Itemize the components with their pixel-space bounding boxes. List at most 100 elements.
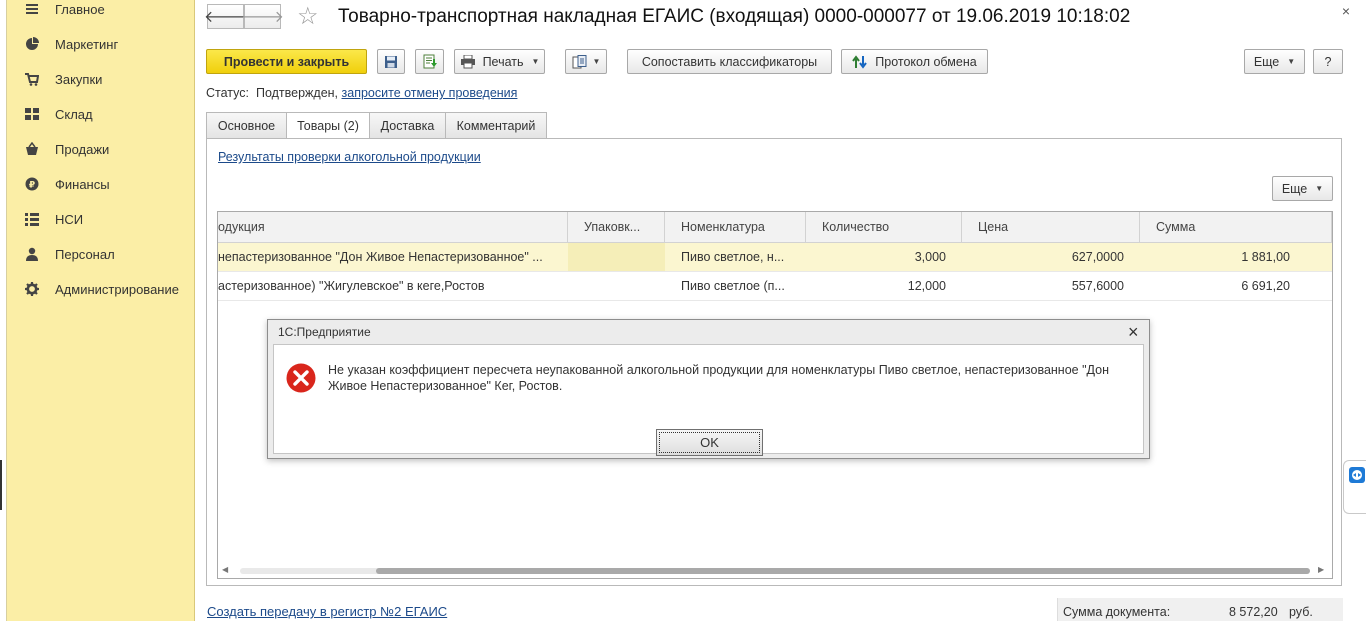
favorite-star-icon[interactable]: ☆: [297, 2, 319, 31]
more-button[interactable]: Еще ▼: [1244, 49, 1305, 74]
column-header-price[interactable]: Цена: [962, 212, 1140, 243]
column-header-sum[interactable]: Сумма: [1140, 212, 1332, 243]
post-and-close-button[interactable]: Провести и закрыть: [206, 49, 367, 74]
exchange-arrows-icon: [852, 54, 868, 69]
post-button[interactable]: [415, 49, 444, 74]
chevron-down-icon: ▼: [1287, 57, 1296, 66]
sidebar-item-label: НСИ: [55, 211, 84, 227]
create-transfer-register-link[interactable]: Создать передачу в регистр №2 ЕГАИС: [207, 604, 447, 619]
menu-icon: [24, 1, 40, 17]
print-label: Печать: [482, 54, 524, 69]
table-more-button[interactable]: Еще ▼: [1272, 176, 1333, 201]
table-cell-product[interactable]: астеризованное) "Жигулевское" в кеге,Рос…: [218, 272, 568, 301]
svg-text:₽: ₽: [29, 181, 35, 191]
dialog-close-icon[interactable]: ×: [1128, 322, 1139, 343]
column-header-nomenclature[interactable]: Номенклатура: [665, 212, 806, 243]
window-edge-marker: [0, 460, 2, 510]
grid-icon: [24, 106, 40, 122]
sidebar-item-purchases[interactable]: Закупки: [24, 68, 102, 90]
tab-goods[interactable]: Товары (2): [286, 112, 370, 139]
status-value: Подтвержден,: [255, 86, 339, 100]
chevron-down-icon: ▼: [1315, 184, 1324, 193]
related-documents-button[interactable]: ▼: [565, 49, 607, 74]
table-cell-nomenclature[interactable]: Пиво светлое (п...: [665, 272, 806, 301]
table-cell-sum[interactable]: 6 691,20: [1140, 272, 1332, 301]
sum-label: Сумма документа:: [1063, 605, 1171, 619]
sidebar-item-marketing[interactable]: Маркетинг: [24, 33, 118, 55]
sidebar-item-label: Администрирование: [55, 281, 179, 297]
sidebar-item-staff[interactable]: Персонал: [24, 243, 115, 265]
sidebar-item-label: Финансы: [55, 176, 110, 192]
sidebar-item-label: Продажи: [55, 141, 110, 157]
page-title: Товарно-транспортная накладная ЕГАИС (вх…: [338, 6, 1131, 27]
save-button[interactable]: [377, 49, 405, 74]
dialog-body: Не указан коэффициент пересчета неупаков…: [273, 344, 1144, 456]
table-cell-price[interactable]: 557,6000: [962, 272, 1140, 301]
sidebar-item-label: Закупки: [55, 71, 103, 87]
column-header-package[interactable]: Упаковк...: [568, 212, 665, 243]
basket-icon: [24, 141, 40, 157]
sidebar-item-finance[interactable]: ₽ Финансы: [24, 173, 110, 195]
sidebar-item-warehouse[interactable]: Склад: [24, 103, 93, 125]
sidebar-item-main[interactable]: Главное: [24, 0, 105, 20]
documents-icon: [572, 54, 587, 68]
person-icon: [24, 246, 40, 262]
table-cell-quantity[interactable]: 3,000: [806, 243, 962, 272]
sidebar-item-label: Персонал: [55, 246, 115, 262]
sidebar-item-nsi[interactable]: НСИ: [24, 208, 83, 230]
ok-button[interactable]: OK: [656, 429, 763, 456]
error-icon: [286, 363, 316, 393]
sidebar-item-sales[interactable]: Продажи: [24, 138, 109, 160]
pie-chart-icon: [24, 36, 40, 52]
tab-comment[interactable]: Комментарий: [445, 112, 547, 138]
dialog-title-bar[interactable]: 1С:Предприятие: [268, 320, 1149, 344]
table-cell-price[interactable]: 627,0000: [962, 243, 1140, 272]
chevron-down-icon: ▼: [592, 57, 601, 66]
status-label: Статус:: [206, 86, 249, 100]
dialog-message: Не указан коэффициент пересчета неупаков…: [328, 363, 1109, 393]
floppy-disk-icon: [385, 55, 397, 68]
remote-support-widget[interactable]: [1343, 460, 1366, 514]
sidebar-item-label: Главное: [55, 1, 105, 17]
column-header-product[interactable]: одукция: [218, 212, 568, 243]
arrow-right-icon: 🡒: [241, 9, 284, 26]
sidebar-item-admin[interactable]: Администрирование: [24, 278, 179, 300]
document-sum-box: Сумма документа: 8 572,20 руб.: [1057, 598, 1343, 621]
scrollbar-thumb[interactable]: [376, 568, 1310, 574]
forward-button[interactable]: 🡒: [241, 4, 284, 29]
table-cell-package[interactable]: [568, 272, 665, 301]
table-cell-package[interactable]: [568, 243, 665, 272]
horizontal-scrollbar[interactable]: ◀ ▶: [222, 565, 1328, 577]
exchange-protocol-button[interactable]: Протокол обмена: [841, 49, 988, 74]
help-button[interactable]: ?: [1313, 49, 1343, 74]
more-label: Еще: [1253, 54, 1280, 69]
tab-delivery[interactable]: Доставка: [369, 112, 446, 138]
alcohol-check-results-link[interactable]: Результаты проверки алкогольной продукци…: [218, 150, 481, 164]
table-cell-product[interactable]: непастеризованное "Дон Живое Непастеризо…: [218, 243, 568, 272]
print-button[interactable]: Печать ▼: [454, 49, 545, 74]
back-button[interactable]: 🡐: [204, 4, 247, 29]
error-dialog: 1С:Предприятие × Не указан коэффициент п…: [267, 319, 1150, 459]
table-cell-quantity[interactable]: 12,000: [806, 272, 962, 301]
status-line: Статус: Подтвержден, запросите отмену пр…: [206, 86, 517, 100]
close-window-button[interactable]: ×: [1338, 3, 1354, 19]
tab-main[interactable]: Основное: [206, 112, 287, 138]
gear-icon: [24, 281, 40, 297]
table-cell-sum[interactable]: 1 881,00: [1140, 243, 1332, 272]
match-classifiers-button[interactable]: Сопоставить классификаторы: [627, 49, 832, 74]
teamviewer-icon: [1349, 467, 1365, 483]
dialog-title: 1С:Предприятие: [278, 325, 371, 339]
scroll-left-icon[interactable]: ◀: [222, 565, 228, 574]
sum-value: 8 572,20: [1229, 605, 1278, 619]
list-icon: [24, 211, 40, 227]
currency-label: руб.: [1289, 605, 1313, 619]
scroll-right-icon[interactable]: ▶: [1318, 565, 1324, 574]
exchange-protocol-label: Протокол обмена: [875, 54, 977, 69]
table-cell-nomenclature[interactable]: Пиво светлое, н...: [665, 243, 806, 272]
chevron-down-icon: ▼: [531, 57, 540, 66]
cart-icon: [24, 71, 40, 87]
sidebar-edge-line: [6, 0, 7, 621]
request-cancel-link[interactable]: запросите отмену проведения: [342, 86, 518, 100]
sidebar-item-label: Маркетинг: [55, 36, 119, 52]
column-header-quantity[interactable]: Количество: [806, 212, 962, 243]
